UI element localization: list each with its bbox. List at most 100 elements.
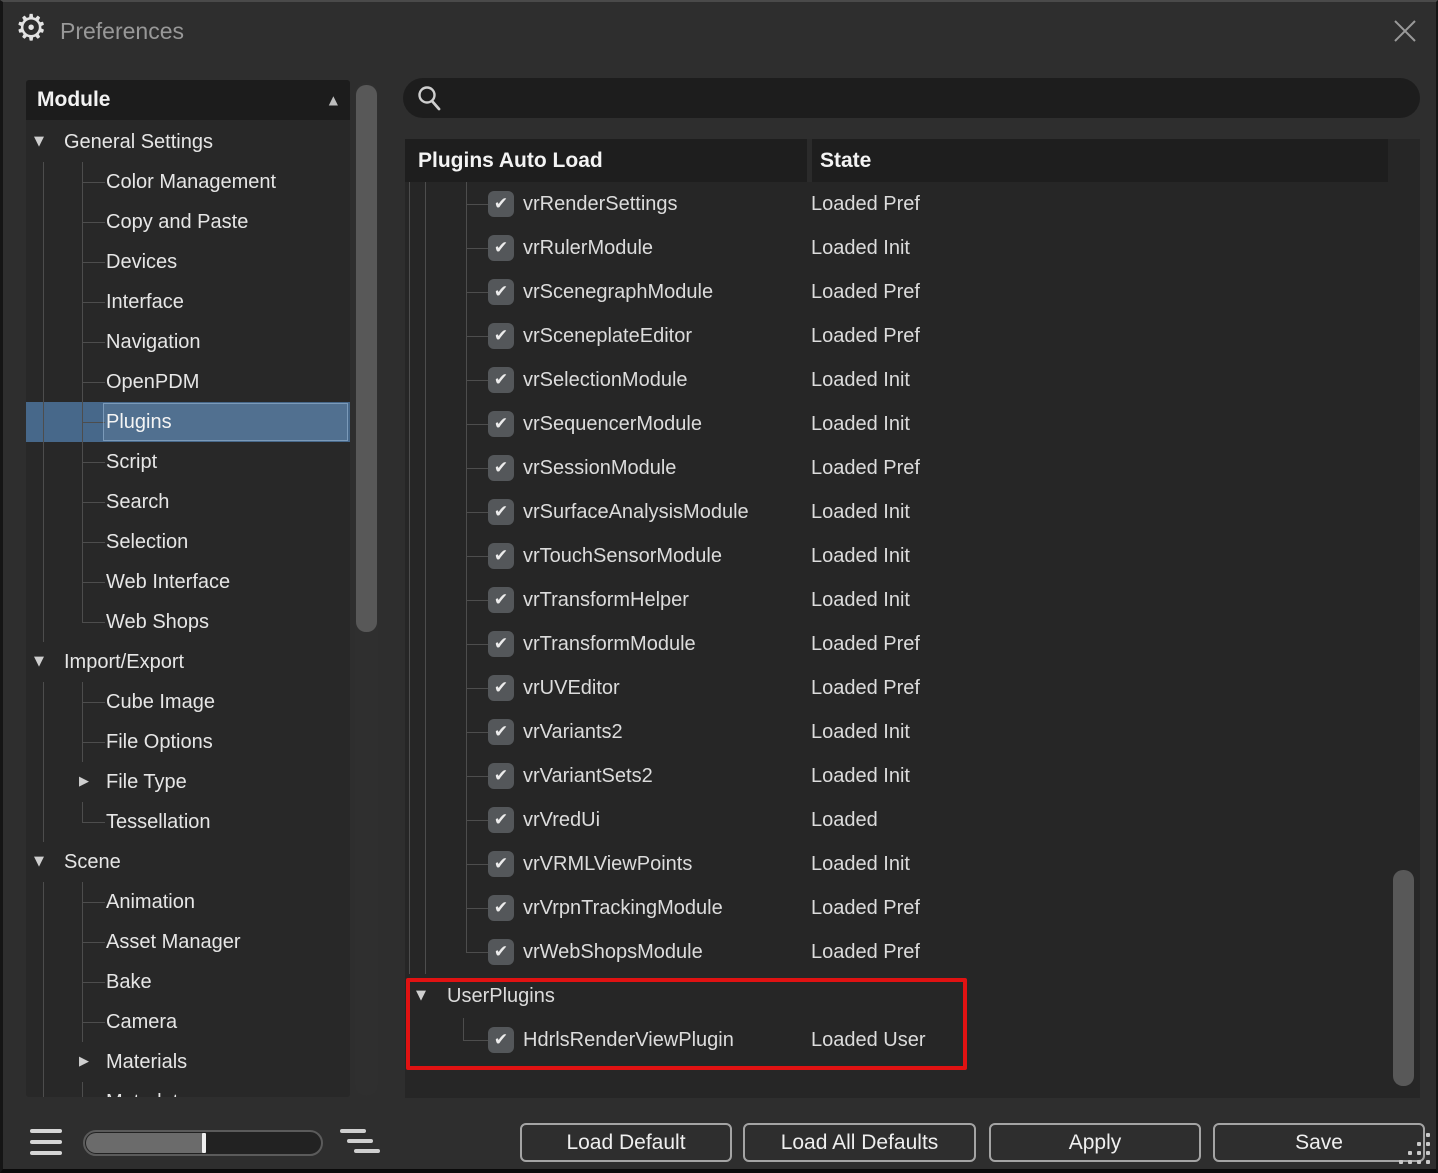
checkbox-checked[interactable]: ✔ [488,895,514,921]
close-icon[interactable] [1388,14,1422,48]
gear-icon: ⚙ [15,7,47,51]
apply-button[interactable]: Apply [989,1123,1201,1162]
table-row-vrtransformmodule[interactable]: ✔vrTransformModuleLoaded Pref [405,622,1420,666]
column-divider[interactable] [807,139,812,182]
table-row-vrsessionmodule[interactable]: ✔vrSessionModuleLoaded Pref [405,446,1420,490]
module-header[interactable]: Module ▲ [26,80,350,120]
plugin-name: vrTransformModule [523,622,696,666]
checkbox-checked[interactable]: ✔ [488,675,514,701]
search-icon [416,85,444,113]
table-row-hdrlsrenderviewplugin[interactable]: ✔HdrlsRenderViewPluginLoaded User [405,1018,1420,1062]
checkbox-checked[interactable]: ✔ [488,543,514,569]
search-input[interactable] [447,80,1404,114]
hierarchy-lines-icon[interactable] [340,1129,382,1155]
sidebar-item-label: Navigation [106,322,201,362]
check-icon: ✔ [488,939,514,965]
sidebar-item-navigation[interactable]: Navigation [26,322,350,362]
sidebar-item-openpdm[interactable]: OpenPDM [26,362,350,402]
table-row-vrtouchsensormodule[interactable]: ✔vrTouchSensorModuleLoaded Init [405,534,1420,578]
checkbox-checked[interactable]: ✔ [488,411,514,437]
checkbox-checked[interactable]: ✔ [488,235,514,261]
sidebar-item-web-interface[interactable]: Web Interface [26,562,350,602]
sidebar-item-cube-image[interactable]: Cube Image [26,682,350,722]
table-row-vrsceneplateeditor[interactable]: ✔vrSceneplateEditorLoaded Pref [405,314,1420,358]
sidebar-item-camera[interactable]: Camera [26,1002,350,1042]
checkbox-checked[interactable]: ✔ [488,1027,514,1053]
sidebar-scrollbar-thumb[interactable] [356,85,377,632]
checkbox-checked[interactable]: ✔ [488,939,514,965]
table-row-vrscenegraphmodule[interactable]: ✔vrScenegraphModuleLoaded Pref [405,270,1420,314]
chevron-down-icon[interactable]: ▼ [34,122,44,162]
slider-fill [86,1133,203,1153]
sidebar-item-color-management[interactable]: Color Management [26,162,350,202]
checkbox-checked[interactable]: ✔ [488,323,514,349]
table-row-vrsequencermodule[interactable]: ✔vrSequencerModuleLoaded Init [405,402,1420,446]
sidebar-item-scene[interactable]: ▼Scene [26,842,350,882]
table-row-vrvredui[interactable]: ✔vrVredUiLoaded [405,798,1420,842]
table-group-userplugins[interactable]: ▼UserPlugins [405,974,1420,1018]
table-row-vruveditor[interactable]: ✔vrUVEditorLoaded Pref [405,666,1420,710]
slider-handle[interactable] [202,1133,206,1153]
checkbox-checked[interactable]: ✔ [488,191,514,217]
table-row-vrvariants2[interactable]: ✔vrVariants2Loaded Init [405,710,1420,754]
checkbox-checked[interactable]: ✔ [488,499,514,525]
resize-grip[interactable] [1399,1131,1433,1167]
load-all-defaults-button[interactable]: Load All Defaults [743,1123,976,1162]
sidebar-item-materials[interactable]: ▶Materials [26,1042,350,1082]
chevron-down-icon[interactable]: ▼ [416,974,426,1018]
plugins-table: Plugins Auto Load State ✔vrRenderSetting… [405,139,1420,1098]
checkbox-checked[interactable]: ✔ [488,367,514,393]
checkbox-checked[interactable]: ✔ [488,455,514,481]
table-row-vrvariantsets2[interactable]: ✔vrVariantSets2Loaded Init [405,754,1420,798]
chevron-right-icon[interactable]: ▶ [76,1042,92,1082]
sidebar-item-copy-and-paste[interactable]: Copy and Paste [26,202,350,242]
checkbox-checked[interactable]: ✔ [488,719,514,745]
save-button[interactable]: Save [1213,1123,1425,1162]
column-plugins-auto-load[interactable]: Plugins Auto Load [418,139,603,182]
chevron-down-icon[interactable]: ▼ [34,642,44,682]
plugin-state: Loaded Init [811,754,910,798]
checkbox-checked[interactable]: ✔ [488,279,514,305]
sidebar-item-plugins[interactable]: Plugins [26,402,350,442]
column-state[interactable]: State [820,139,871,182]
table-row-vrselectionmodule[interactable]: ✔vrSelectionModuleLoaded Init [405,358,1420,402]
checkbox-checked[interactable]: ✔ [488,587,514,613]
sidebar-item-file-options[interactable]: File Options [26,722,350,762]
checkbox-checked[interactable]: ✔ [488,851,514,877]
checkbox-checked[interactable]: ✔ [488,763,514,789]
plugin-rows: ✔vrRenderSettingsLoaded Pref✔vrRulerModu… [405,182,1420,1098]
table-scrollbar[interactable] [1393,870,1414,1086]
sidebar-item-animation[interactable]: Animation [26,882,350,922]
plugin-state: Loaded Init [811,578,910,622]
sidebar-item-devices[interactable]: Devices [26,242,350,282]
table-row-vrvrmlviewpoints[interactable]: ✔vrVRMLViewPointsLoaded Init [405,842,1420,886]
sidebar-item-file-type[interactable]: ▶File Type [26,762,350,802]
plugin-name: HdrlsRenderViewPlugin [523,1018,734,1062]
sidebar-item-bake[interactable]: Bake [26,962,350,1002]
table-row-vrwebshopsmodule[interactable]: ✔vrWebShopsModuleLoaded Pref [405,930,1420,974]
sidebar-item-interface[interactable]: Interface [26,282,350,322]
table-row-vrvrpntrackingmodule[interactable]: ✔vrVrpnTrackingModuleLoaded Pref [405,886,1420,930]
window-title: Preferences [60,2,184,60]
sidebar-item-general-settings[interactable]: ▼General Settings [26,122,350,162]
sidebar-item-asset-manager[interactable]: Asset Manager [26,922,350,962]
sidebar-item-web-shops[interactable]: Web Shops [26,602,350,642]
table-row-vrrendersettings[interactable]: ✔vrRenderSettingsLoaded Pref [405,182,1420,226]
table-row-vrrulermodule[interactable]: ✔vrRulerModuleLoaded Init [405,226,1420,270]
chevron-down-icon[interactable]: ▼ [34,842,44,882]
tree-depth-slider[interactable] [83,1130,323,1156]
sidebar-item-import-export[interactable]: ▼Import/Export [26,642,350,682]
sidebar-item-metadata[interactable]: Metadata [26,1082,350,1097]
load-default-button[interactable]: Load Default [520,1123,732,1162]
table-row-vrsurfaceanalysismodule[interactable]: ✔vrSurfaceAnalysisModuleLoaded Init [405,490,1420,534]
sidebar-scrollbar[interactable] [355,82,378,1096]
checkbox-checked[interactable]: ✔ [488,807,514,833]
chevron-right-icon[interactable]: ▶ [76,762,92,802]
checkbox-checked[interactable]: ✔ [488,631,514,657]
menu-icon[interactable] [30,1129,62,1156]
sidebar-item-tessellation[interactable]: Tessellation [26,802,350,842]
table-row-vrtransformhelper[interactable]: ✔vrTransformHelperLoaded Init [405,578,1420,622]
sidebar-item-search[interactable]: Search [26,482,350,522]
sidebar-item-script[interactable]: Script [26,442,350,482]
sidebar-item-selection[interactable]: Selection [26,522,350,562]
